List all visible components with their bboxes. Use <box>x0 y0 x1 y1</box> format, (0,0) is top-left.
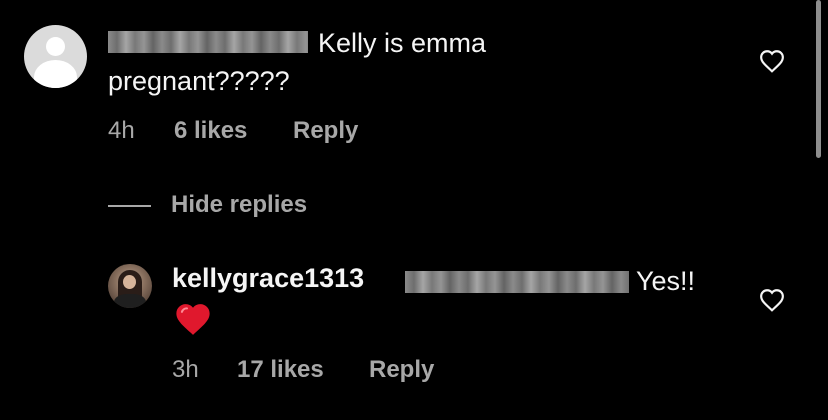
reply-text: Yes!! <box>636 266 696 296</box>
avatar-face <box>123 275 136 289</box>
reply-avatar[interactable] <box>108 264 152 308</box>
redacted-mention <box>405 271 629 293</box>
hide-replies-button[interactable]: Hide replies <box>171 191 307 219</box>
comment-reply-button[interactable]: Reply <box>293 117 358 145</box>
reply-username[interactable]: kellygrace1313 <box>172 263 364 294</box>
heart-outline-icon[interactable] <box>759 288 785 312</box>
heart-outline-icon[interactable] <box>759 49 785 73</box>
reply-time: 3h <box>172 356 199 383</box>
reply-reply-button[interactable]: Reply <box>369 356 434 384</box>
avatar-body <box>34 60 77 88</box>
redacted-username <box>108 31 308 53</box>
scrollbar[interactable] <box>816 0 821 158</box>
hide-replies-line <box>108 205 151 207</box>
comments-thread: Kelly is emma pregnant????? 4h 6 likes R… <box>0 0 828 420</box>
comment-time: 4h <box>108 117 135 144</box>
avatar-shirt <box>114 294 146 308</box>
default-avatar-icon[interactable] <box>24 25 87 88</box>
comment-text-line2: pregnant????? <box>108 66 290 96</box>
avatar-head <box>46 37 65 56</box>
reply-likes[interactable]: 17 likes <box>237 356 324 384</box>
comment-likes[interactable]: 6 likes <box>174 117 247 145</box>
comment-text-line1: Kelly is emma <box>318 28 487 58</box>
red-heart-emoji-icon <box>176 304 210 335</box>
